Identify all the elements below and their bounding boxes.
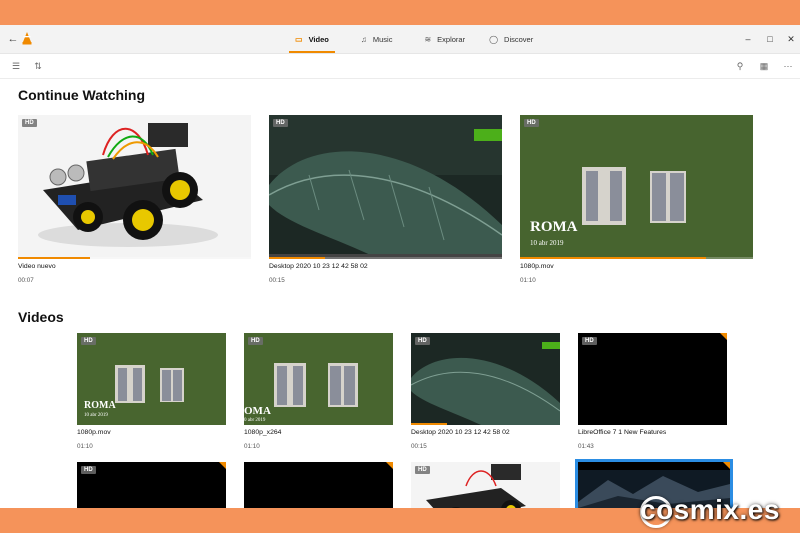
video-title: Desktop 2020 10 23 12 42 58 02	[411, 429, 510, 436]
video-title: 1080p.mov	[520, 263, 554, 270]
video-card[interactable]: HD OMA 0 abr 2019 1080p_x264 01:10	[244, 333, 393, 453]
video-card[interactable]	[244, 462, 393, 508]
tab-label: Explorar	[437, 34, 466, 44]
tab-label: Video	[308, 34, 329, 44]
tab-explorar[interactable]: ≋ Explorar	[412, 25, 477, 53]
new-marker	[386, 462, 393, 469]
minimize-button[interactable]: –	[736, 25, 760, 53]
video-thumbnail: HD	[269, 115, 502, 259]
hd-badge: HD	[81, 337, 96, 345]
progress-bar	[18, 257, 91, 259]
video-thumbnail: HD	[411, 333, 560, 425]
video-thumbnail	[244, 462, 393, 508]
overlay-subtitle: 0 abr 2019	[244, 418, 266, 423]
hd-badge: HD	[582, 337, 597, 345]
video-card[interactable]: HD Desktop 2020 10 23 12 42 58 02 00:15	[411, 333, 560, 453]
main-content: Continue Watching HD Video nuevo 00:07 H…	[0, 79, 800, 508]
continue-card[interactable]: HD Video nuevo 00:07	[18, 115, 251, 284]
video-thumbnail: HD	[578, 333, 727, 425]
ivy-wall-image	[77, 333, 226, 425]
view-mode-icon[interactable]: ▦	[757, 59, 771, 73]
tab-music[interactable]: ♫ Music	[349, 25, 405, 53]
hd-badge: HD	[81, 466, 96, 474]
compass-icon: ◯	[489, 34, 499, 44]
vlc-cone-icon	[22, 32, 32, 45]
video-card[interactable]: HD ROMA 10 abr 2019 1080p.mov 01:10	[77, 333, 226, 453]
video-thumbnail: HD	[18, 115, 251, 259]
progress-bar	[269, 257, 325, 259]
leaf-image	[411, 333, 560, 425]
tab-discover[interactable]: ◯ Discover	[477, 25, 545, 53]
leaf-image	[269, 115, 502, 259]
back-arrow-icon[interactable]: ←	[6, 32, 20, 46]
top-frame	[0, 0, 800, 25]
new-marker	[720, 333, 727, 340]
tab-video[interactable]: ▭ Video	[283, 25, 341, 53]
hd-badge: HD	[524, 119, 539, 127]
video-card[interactable]: HD LibreOffice 7 1 New Features 01:43	[578, 333, 727, 453]
new-marker	[723, 462, 730, 469]
overlay-title: ROMA	[84, 400, 116, 411]
video-thumbnail: HD	[77, 462, 226, 508]
video-thumbnail: HD ROMA 10 abr 2019	[520, 115, 753, 259]
tab-label: Music	[372, 34, 393, 44]
new-marker	[219, 462, 226, 469]
video-title: Desktop 2020 10 23 12 42 58 02	[269, 263, 368, 270]
hd-badge: HD	[22, 119, 37, 127]
close-button[interactable]: ✕	[779, 25, 800, 53]
toolbar: ☰ ⇅ ⚲ ▦ ⋯	[0, 54, 800, 79]
more-options-icon[interactable]: ⋯	[781, 59, 795, 73]
video-card[interactable]: HD	[411, 462, 560, 508]
video-duration: 01:10	[77, 443, 93, 450]
video-duration: 00:07	[18, 277, 34, 284]
overlay-title: OMA	[244, 405, 271, 417]
app-window: ← ▭ Video ♫ Music ≋ Explorar ◯ Discover	[0, 25, 800, 508]
video-duration: 01:10	[244, 443, 260, 450]
video-title: 1080p_x264	[244, 429, 282, 436]
network-icon: ≋	[424, 34, 432, 44]
progress-bar	[411, 423, 447, 425]
search-icon[interactable]: ⚲	[733, 59, 747, 73]
continue-watching-title: Continue Watching	[18, 87, 146, 103]
ivy-wall-image	[520, 115, 753, 259]
video-title: Video nuevo	[18, 263, 56, 270]
hd-badge: HD	[415, 337, 430, 345]
video-duration: 01:10	[520, 277, 536, 284]
video-thumbnail: HD ROMA 10 abr 2019	[77, 333, 226, 425]
video-thumbnail: HD OMA 0 abr 2019	[244, 333, 393, 425]
overlay-subtitle: 10 abr 2019	[84, 413, 108, 418]
video-duration: 01:43	[578, 443, 594, 450]
video-duration: 00:15	[411, 443, 427, 450]
overlay-title: ROMA	[530, 219, 578, 235]
video-title: LibreOffice 7 1 New Features	[578, 429, 667, 436]
hd-badge: HD	[415, 466, 430, 474]
video-thumbnail: HD	[411, 462, 560, 508]
tab-label: Discover	[504, 34, 534, 44]
watermark-text: cosmix.es	[640, 494, 780, 525]
video-title: 1080p.mov	[77, 429, 111, 436]
overlay-subtitle: 10 abr 2019	[530, 239, 564, 247]
progress-bar	[520, 257, 707, 259]
video-duration: 00:15	[269, 277, 285, 284]
robot-car-image	[411, 462, 560, 508]
title-bar: ← ▭ Video ♫ Music ≋ Explorar ◯ Discover	[0, 25, 800, 54]
robot-car-image	[18, 115, 251, 259]
sort-icon[interactable]: ⇅	[31, 59, 45, 73]
main-tabs: ▭ Video ♫ Music ≋ Explorar ◯ Discover	[283, 25, 545, 53]
hd-badge: HD	[248, 337, 263, 345]
hamburger-menu-icon[interactable]: ☰	[9, 59, 23, 73]
videos-title: Videos	[18, 309, 64, 325]
continue-card[interactable]: HD Desktop 2020 10 23 12 42 58 02 00:15	[269, 115, 502, 284]
video-card[interactable]: HD	[77, 462, 226, 508]
hd-badge: HD	[273, 119, 288, 127]
continue-card[interactable]: HD ROMA 10 abr 2019 1080p.mov 01:10	[520, 115, 753, 284]
video-icon: ▭	[295, 34, 303, 44]
music-note-icon: ♫	[360, 34, 367, 44]
